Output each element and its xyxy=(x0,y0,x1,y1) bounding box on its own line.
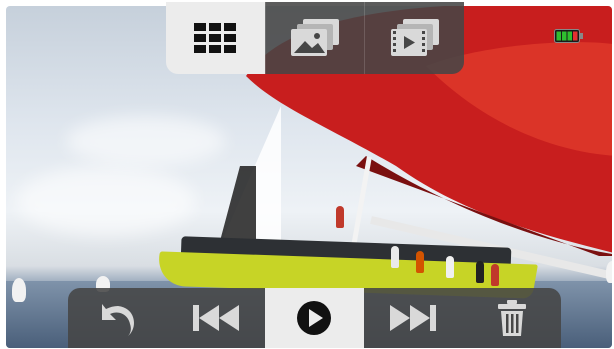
buoy xyxy=(12,278,26,302)
crew-member xyxy=(446,256,454,278)
view-mode-bar xyxy=(166,2,464,74)
cloud xyxy=(16,166,196,236)
crew-member xyxy=(476,261,484,283)
undo-back-icon xyxy=(102,304,135,336)
buoy xyxy=(606,261,612,283)
delete-button[interactable] xyxy=(462,288,561,348)
video-gallery-icon xyxy=(390,19,439,56)
grid-view-button[interactable] xyxy=(166,2,265,74)
play-button[interactable] xyxy=(265,288,364,348)
next-button[interactable] xyxy=(363,288,463,348)
crew-member xyxy=(391,246,399,268)
cloud xyxy=(66,116,226,166)
skip-previous-icon xyxy=(192,305,239,331)
trash-icon xyxy=(497,300,526,336)
skip-next-icon xyxy=(390,305,437,331)
playback-controls-bar xyxy=(68,288,561,348)
crew-member xyxy=(336,206,344,228)
back-button[interactable] xyxy=(68,288,167,348)
photo-gallery-button[interactable] xyxy=(264,2,365,74)
play-icon xyxy=(297,301,332,335)
grid-icon xyxy=(194,23,237,53)
photo-gallery-icon xyxy=(291,19,339,56)
previous-button[interactable] xyxy=(166,288,266,348)
crew-member xyxy=(416,251,424,273)
battery-icon xyxy=(554,29,583,43)
crew-member xyxy=(491,264,499,286)
video-gallery-button[interactable] xyxy=(364,2,464,74)
